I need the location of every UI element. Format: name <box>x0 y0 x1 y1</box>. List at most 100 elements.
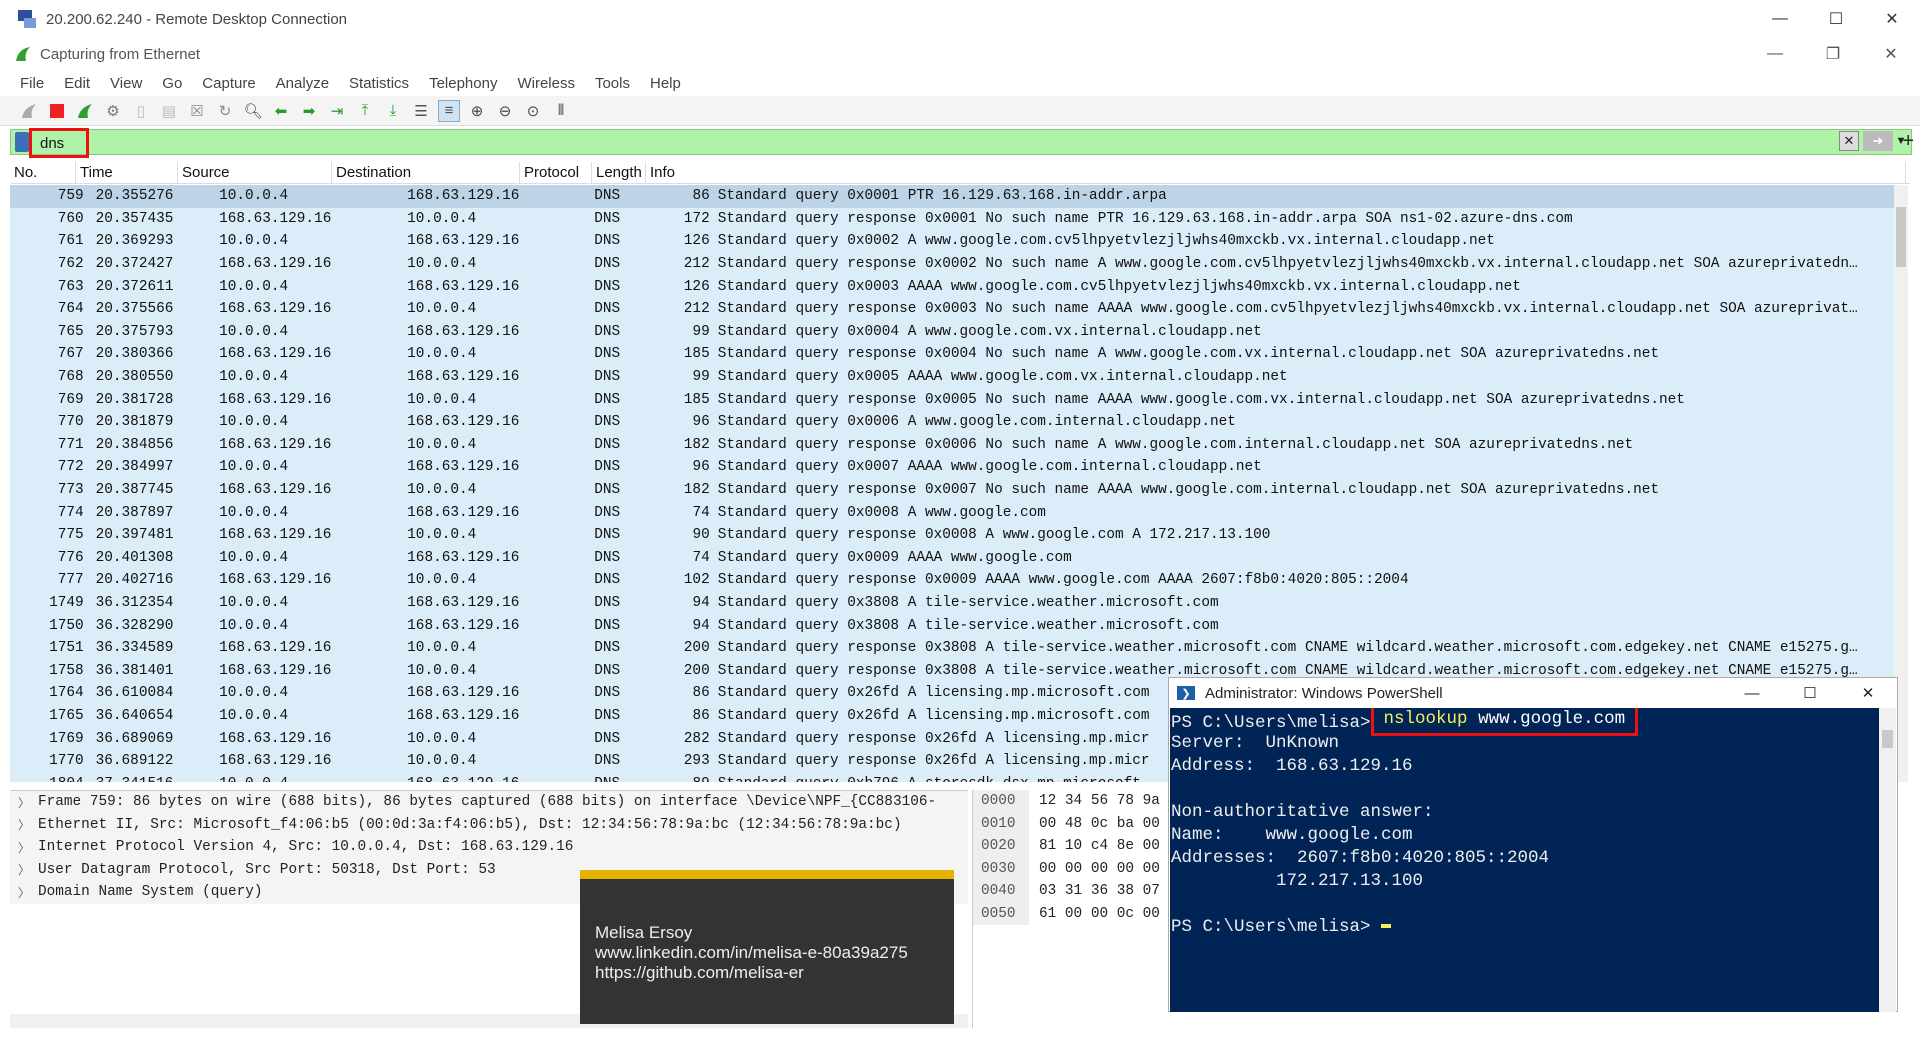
open-file-icon[interactable]: ▯ <box>130 100 152 122</box>
capture-options-gear-icon[interactable]: ⚙ <box>102 100 124 122</box>
chevron-right-icon[interactable]: 〉 <box>18 884 38 901</box>
column-destination[interactable]: Destination <box>332 161 520 184</box>
packet-row[interactable]: 761 20.369293 10.0.0.4 168.63.129.16 DNS 126 S… <box>10 230 1908 253</box>
chevron-right-icon[interactable]: 〉 <box>18 794 38 811</box>
chevron-right-icon[interactable]: 〉 <box>18 839 38 856</box>
go-to-packet-icon[interactable]: ⇥ <box>326 100 348 122</box>
packet-len-cell: 172 <box>683 210 710 227</box>
go-forward-icon[interactable]: ➡ <box>298 100 320 122</box>
packet-info-cell: Standard query response 0x0004 No such n… <box>717 346 1660 363</box>
column-source[interactable]: Source <box>178 161 332 184</box>
packet-src-cell: 168.63.129.16 <box>219 753 332 770</box>
menu-tools[interactable]: Tools <box>595 75 630 92</box>
packet-row[interactable]: 767 20.380366 168.63.129.16 10.0.0.4 DNS 185 S… <box>10 343 1908 366</box>
add-filter-button-plus-icon[interactable]: + <box>1902 130 1914 153</box>
menu-file[interactable]: File <box>20 75 44 92</box>
save-file-icon[interactable]: ▤ <box>158 100 180 122</box>
first-packet-icon[interactable]: ⤒ <box>354 100 376 122</box>
chevron-right-icon[interactable]: 〉 <box>18 861 38 878</box>
column-time[interactable]: Time <box>76 161 178 184</box>
packet-len-cell: 102 <box>683 572 710 589</box>
restart-capture-icon[interactable] <box>74 100 96 122</box>
detail-ethernet[interactable]: 〉 Ethernet II, Src: Microsoft_f4:06:b5 (0… <box>10 813 968 836</box>
start-capture-fin-icon[interactable] <box>18 100 40 122</box>
menu-view[interactable]: View <box>110 75 142 92</box>
packet-row[interactable]: 772 20.384997 10.0.0.4 168.63.129.16 DNS 96 St… <box>10 456 1908 479</box>
rdp-title: 20.200.62.240 - Remote Desktop Connectio… <box>46 10 348 28</box>
menu-telephony[interactable]: Telephony <box>429 75 497 92</box>
packet-row[interactable]: 775 20.397481 168.63.129.16 10.0.0.4 DNS 90 St… <box>10 524 1908 547</box>
packet-row[interactable]: 762 20.372427 168.63.129.16 10.0.0.4 DNS 212 S… <box>10 253 1908 276</box>
packet-time-cell: 36.334589 <box>95 640 174 657</box>
rdp-minimize-button[interactable]: — <box>1752 0 1808 38</box>
scrollbar-thumb[interactable] <box>1882 730 1893 748</box>
powershell-minimize-button[interactable]: — <box>1723 678 1781 708</box>
author-github: https://github.com/melisa-er <box>595 963 804 982</box>
packet-row[interactable]: 768 20.380550 10.0.0.4 168.63.129.16 DNS 99 St… <box>10 366 1908 389</box>
detail-ip[interactable]: 〉 Internet Protocol Version 4, Src: 10.0.… <box>10 836 968 859</box>
packet-info-cell: Standard query 0x0009 AAAA www.google.co… <box>717 549 1072 566</box>
menu-statistics[interactable]: Statistics <box>349 75 409 92</box>
chevron-right-icon[interactable]: 〉 <box>18 816 38 833</box>
rdp-maximize-button[interactable]: ☐ <box>1808 0 1864 38</box>
detail-frame[interactable]: 〉 Frame 759: 86 bytes on wire (688 bits),… <box>10 791 968 814</box>
packet-row[interactable]: 763 20.372611 10.0.0.4 168.63.129.16 DNS 126 S… <box>10 275 1908 298</box>
apply-filter-arrow-icon[interactable]: ➜ <box>1863 131 1893 151</box>
column-protocol[interactable]: Protocol <box>520 161 592 184</box>
zoom-in-icon[interactable]: ⊕ <box>466 100 488 122</box>
powershell-console[interactable]: PS C:\Users\melisa> nslookup www.google.c… <box>1170 708 1880 1012</box>
packet-row[interactable]: 765 20.375793 10.0.0.4 168.63.129.16 DNS 99 St… <box>10 321 1908 344</box>
packet-proto-cell: DNS <box>594 640 621 657</box>
rdp-close-button[interactable]: ✕ <box>1864 0 1920 38</box>
clear-filter-icon[interactable]: ✕ <box>1839 131 1859 151</box>
packet-row[interactable]: 777 20.402716 168.63.129.16 10.0.0.4 DNS 102 S… <box>10 569 1908 592</box>
colorize-icon[interactable]: ≡ <box>438 99 460 122</box>
zoom-out-icon[interactable]: ⊖ <box>494 100 516 122</box>
packet-no-cell: 776 <box>57 549 84 566</box>
packet-time-cell: 20.375566 <box>95 301 174 318</box>
packet-row[interactable]: 773 20.387745 168.63.129.16 10.0.0.4 DNS 182 S… <box>10 479 1908 502</box>
packet-src-cell: 10.0.0.4 <box>219 369 289 386</box>
wireshark-close-button[interactable]: ✕ <box>1862 38 1920 70</box>
packet-len-cell: 74 <box>692 504 710 521</box>
find-packet-icon[interactable]: 🔍︎ <box>242 100 264 122</box>
last-packet-icon[interactable]: ⤓ <box>382 100 404 122</box>
menu-wireless[interactable]: Wireless <box>517 75 575 92</box>
powershell-scrollbar[interactable] <box>1879 708 1896 1012</box>
close-file-icon[interactable]: ☒ <box>186 100 208 122</box>
menu-edit[interactable]: Edit <box>64 75 90 92</box>
packet-row[interactable]: 764 20.375566 168.63.129.16 10.0.0.4 DNS 212 S… <box>10 298 1908 321</box>
menu-capture[interactable]: Capture <box>202 75 255 92</box>
stop-capture-icon[interactable] <box>46 100 68 122</box>
column-length[interactable]: Length <box>592 161 646 184</box>
packet-row[interactable]: 770 20.381879 10.0.0.4 168.63.129.16 DNS 96 St… <box>10 411 1908 434</box>
column-info[interactable]: Info <box>646 161 1906 184</box>
autoscroll-icon[interactable]: ☰ <box>410 100 432 122</box>
normal-size-icon[interactable]: ⊙ <box>522 100 544 122</box>
packet-row[interactable]: 1750 36.328290 10.0.0.4 168.63.129.16 DNS 94 S… <box>10 614 1908 637</box>
display-filter-input[interactable] <box>40 134 80 152</box>
scrollbar-thumb[interactable] <box>1896 207 1906 267</box>
packet-row[interactable]: 759 20.355276 10.0.0.4 168.63.129.16 DNS 86 St… <box>10 185 1908 208</box>
packet-row[interactable]: 760 20.357435 168.63.129.16 10.0.0.4 DNS 172 S… <box>10 208 1908 231</box>
packet-row[interactable]: 769 20.381728 168.63.129.16 10.0.0.4 DNS 185 S… <box>10 388 1908 411</box>
bookmark-icon[interactable] <box>15 132 29 152</box>
packet-len-cell: 86 <box>692 707 710 724</box>
packet-row[interactable]: 771 20.384856 168.63.129.16 10.0.0.4 DNS 182 S… <box>10 434 1908 457</box>
packet-row[interactable]: 774 20.387897 10.0.0.4 168.63.129.16 DNS 74 St… <box>10 501 1908 524</box>
packet-row[interactable]: 1751 36.334589 168.63.129.16 10.0.0.4 DNS 200… <box>10 637 1908 660</box>
wireshark-restore-button[interactable]: ❐ <box>1804 38 1862 70</box>
go-back-icon[interactable]: ⬅ <box>270 100 292 122</box>
packet-row[interactable]: 776 20.401308 10.0.0.4 168.63.129.16 DNS 74 St… <box>10 547 1908 570</box>
powershell-maximize-button[interactable]: ☐ <box>1781 678 1839 708</box>
menu-go[interactable]: Go <box>162 75 182 92</box>
wireshark-minimize-button[interactable]: — <box>1746 38 1804 70</box>
packet-no-cell: 1750 <box>49 617 84 634</box>
packet-row[interactable]: 1749 36.312354 10.0.0.4 168.63.129.16 DNS 94 S… <box>10 592 1908 615</box>
reload-icon[interactable]: ↻ <box>214 100 236 122</box>
menu-help[interactable]: Help <box>650 75 681 92</box>
menu-analyze[interactable]: Analyze <box>276 75 329 92</box>
powershell-close-button[interactable]: ✕ <box>1839 678 1897 708</box>
column-no[interactable]: No. <box>10 161 76 184</box>
resize-columns-icon[interactable]: ⫴ <box>550 100 572 122</box>
